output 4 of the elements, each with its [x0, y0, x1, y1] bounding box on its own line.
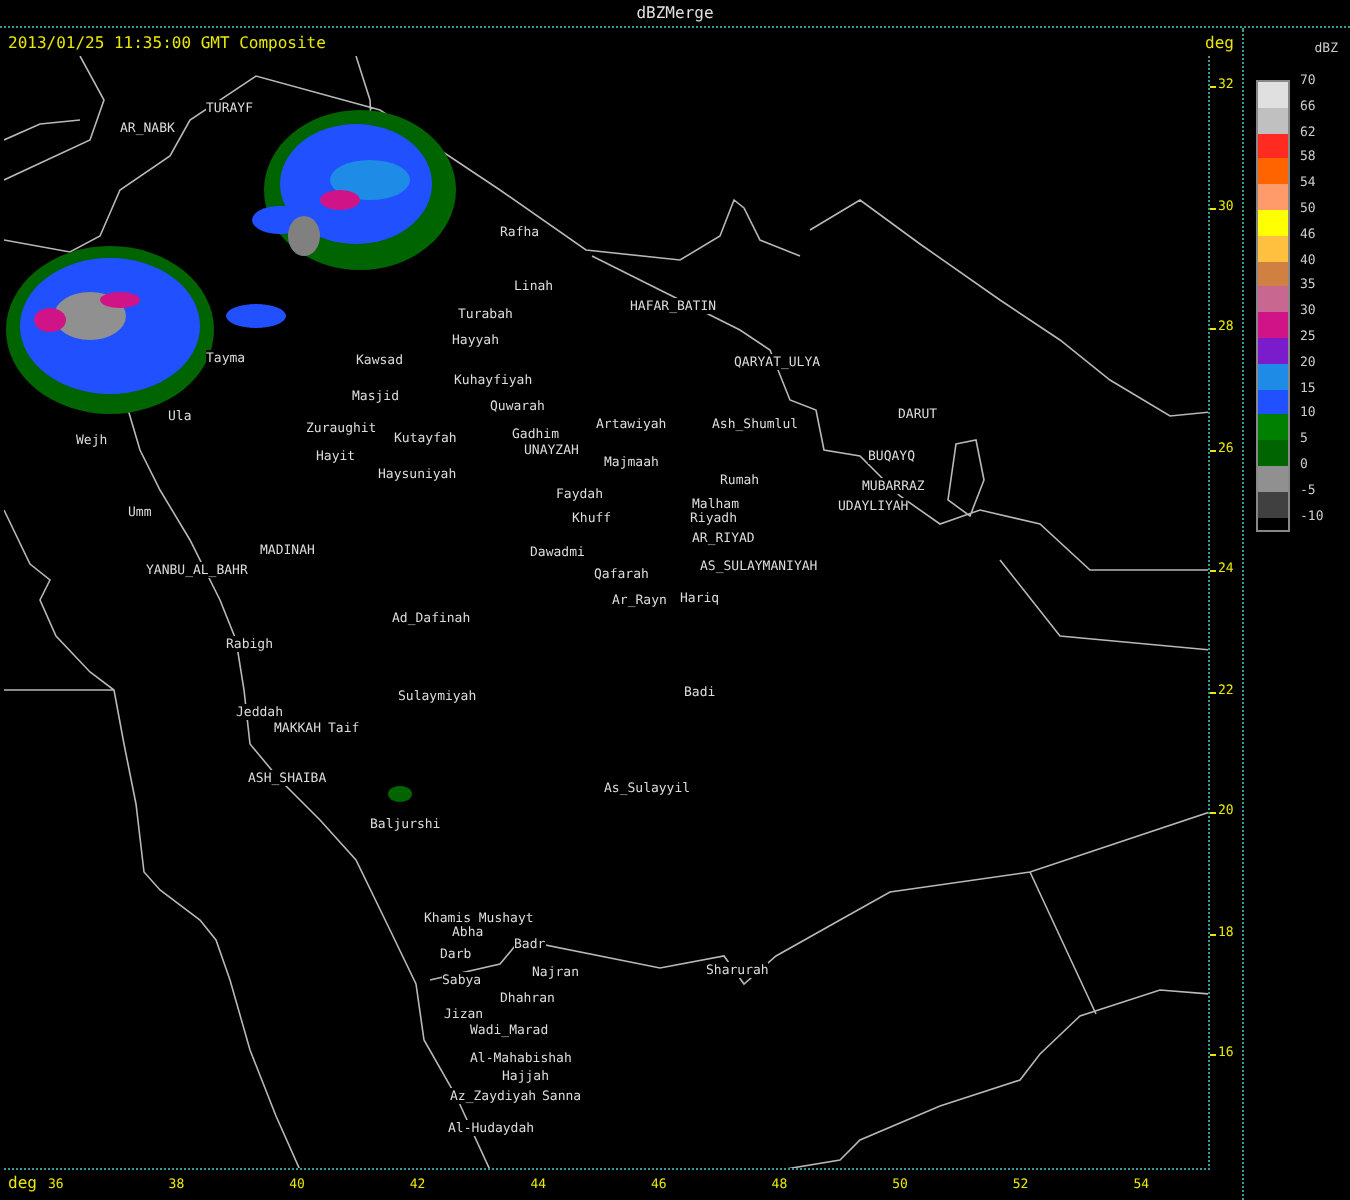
- axis-unit: deg: [8, 1174, 37, 1192]
- timestamp: 2013/01/25 11:35:00 GMT Composite: [8, 33, 326, 51]
- window-title: dBZMerge: [636, 4, 714, 22]
- axis-unit: deg: [1205, 33, 1234, 51]
